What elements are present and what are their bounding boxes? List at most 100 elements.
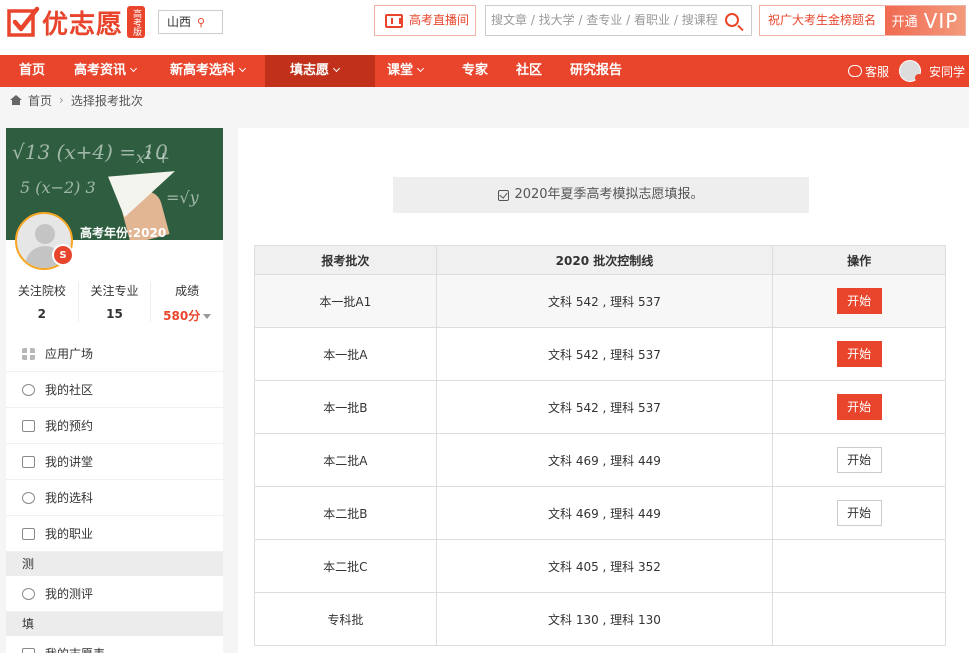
sidebar-item-appointments[interactable]: 我的预约 (6, 408, 223, 444)
action-cell: 开始 (772, 380, 946, 434)
chevron-down-icon (238, 64, 247, 73)
user-sidebar: √13 (x+4) = 10 x² + 5 (x−2) 3 =√y 高考年份:2… (6, 128, 223, 653)
nav-experts[interactable]: 专家 (462, 55, 488, 87)
start-button[interactable]: 开始 (836, 447, 882, 473)
sidebar-item-subject-selection[interactable]: 我的选科 (6, 480, 223, 516)
sidebar-item-label: 应用广场 (45, 347, 94, 361)
logo[interactable]: 优志愿 高考版 (6, 4, 146, 40)
search-icon[interactable] (725, 13, 739, 27)
batch-name: 本一批A (254, 327, 437, 381)
nav-right: 客服 安同学 (847, 55, 965, 87)
logo-text: 优志愿 (42, 9, 124, 40)
action-cell: 开始 (772, 327, 946, 381)
profile-stats: 关注院校 2 关注专业 15 成绩 580分 (6, 282, 223, 324)
sidebar-menu: 应用广场 我的社区 我的预约 我的讲堂 我的选科 我的职业 测 我的测评 填 我… (6, 336, 223, 653)
vip-slogan: 祝广大考生金榜题名 (768, 13, 877, 27)
nav-home[interactable]: 首页 (19, 55, 45, 87)
sidebar-item-community[interactable]: 我的社区 (6, 372, 223, 408)
location-pin-icon: ⚲ (197, 16, 206, 29)
stat-value: 2 (37, 307, 47, 321)
nav-community[interactable]: 社区 (516, 55, 542, 87)
grid-icon (22, 347, 35, 360)
chat-bubble-icon (847, 65, 862, 77)
province-selector[interactable]: 山西 ⚲ (158, 10, 223, 34)
sidebar-item-label: 我的讲堂 (45, 455, 94, 469)
action-cell (772, 592, 946, 646)
column-header: 操作 (772, 245, 946, 275)
stat-label: 成绩 (175, 284, 200, 298)
vip-banner[interactable]: 祝广大考生金榜题名 开通 VIP (759, 5, 966, 36)
start-button[interactable]: 开始 (836, 288, 882, 314)
customer-service-label: 客服 (864, 64, 889, 79)
video-icon (22, 455, 35, 468)
start-button[interactable]: 开始 (836, 394, 882, 420)
search-input[interactable]: 搜文章 / 找大学 / 查专业 / 看职业 / 搜课程 (485, 5, 752, 36)
breadcrumb-separator: › (59, 93, 64, 107)
stat-label: 关注专业 (90, 284, 139, 298)
live-room-button[interactable]: 高考直播间 (374, 5, 476, 36)
batch-name: 本一批B (254, 380, 437, 434)
sidebar-section-fill: 填 (6, 612, 223, 636)
column-header: 报考批次 (254, 245, 437, 275)
nav-fill-application[interactable]: 填志愿 (265, 55, 375, 87)
table-icon (22, 647, 35, 653)
nav-subject-selection-label: 新高考选科 (170, 63, 236, 78)
nav-classroom-label: 课堂 (387, 63, 414, 78)
main-nav: 首页 高考资讯 新高考选科 填志愿 课堂 专家 社区 研究报告 客服 安同学 (0, 55, 969, 87)
stat-followed-majors[interactable]: 关注专业 15 (79, 282, 152, 322)
column-header: 2020 批次控制线 (435, 245, 774, 275)
breadcrumb-current: 选择报考批次 (70, 93, 143, 108)
sidebar-item-label: 我的志愿表 (45, 645, 105, 653)
stat-value: 580分 (151, 307, 223, 324)
vip-open-label: 开通 (891, 15, 918, 30)
nav-classroom[interactable]: 课堂 (387, 55, 425, 87)
stat-value: 15 (106, 307, 123, 321)
nav-community-label: 社区 (516, 63, 543, 78)
sidebar-item-application-table[interactable]: 我的志愿表 (6, 636, 223, 653)
vip-badge-icon: S (52, 244, 74, 266)
target-icon (22, 587, 35, 600)
batch-name: 本二批C (254, 539, 437, 593)
action-cell: 开始 (772, 486, 946, 540)
sidebar-item-career[interactable]: 我的职业 (6, 516, 223, 552)
control-line: 文科 130 , 理科 130 (435, 592, 774, 646)
breadcrumb-home[interactable]: 首页 (28, 92, 52, 109)
score-value: 580分 (163, 309, 201, 323)
customer-service-link[interactable]: 客服 (847, 63, 889, 80)
batch-name: 本二批A (254, 433, 437, 487)
table-row: 本一批A1 文科 542 , 理科 537 开始 (254, 274, 946, 328)
vip-label: VIP (923, 8, 959, 33)
start-button[interactable]: 开始 (836, 341, 882, 367)
briefcase-icon (22, 527, 35, 540)
nav-gaokao-news[interactable]: 高考资讯 (74, 55, 138, 87)
nav-experts-label: 专家 (462, 63, 489, 78)
search-placeholder: 搜文章 / 找大学 / 查专业 / 看职业 / 搜课程 (491, 13, 718, 27)
nav-subject-selection[interactable]: 新高考选科 (170, 55, 247, 87)
batch-name: 本二批B (254, 486, 437, 540)
sidebar-item-app-square[interactable]: 应用广场 (6, 336, 223, 372)
table-row: 本一批A 文科 542 , 理科 537 开始 (254, 327, 946, 381)
stat-followed-colleges[interactable]: 关注院校 2 (6, 282, 79, 322)
control-line: 文科 542 , 理科 537 (435, 380, 774, 434)
start-button[interactable]: 开始 (836, 500, 882, 526)
user-avatar (898, 60, 923, 82)
table-row: 本一批B 文科 542 , 理科 537 开始 (254, 380, 946, 434)
control-line: 文科 405 , 理科 352 (435, 539, 774, 593)
control-line: 文科 542 , 理科 537 (435, 274, 774, 328)
sidebar-item-label: 我的职业 (45, 527, 94, 541)
chevron-down-icon (332, 64, 341, 73)
open-vip-button[interactable]: 开通 VIP (885, 6, 965, 35)
action-cell: 开始 (772, 274, 946, 328)
notice-banner: 2020年夏季高考模拟志愿填报。 (393, 177, 809, 213)
sidebar-item-assessment[interactable]: 我的测评 (6, 576, 223, 612)
exam-year-label: 高考年份:2020 (80, 226, 167, 240)
notice-text: 2020年夏季高考模拟志愿填报。 (514, 187, 704, 202)
chalk-formula: 5 (x−2) 3 (20, 178, 96, 197)
nav-research-reports[interactable]: 研究报告 (570, 55, 622, 87)
chevron-down-icon (416, 64, 425, 73)
user-menu[interactable]: 安同学 (898, 60, 965, 82)
sidebar-item-lectures[interactable]: 我的讲堂 (6, 444, 223, 480)
logo-badge: 高考版 (127, 6, 146, 38)
chat-icon (22, 491, 35, 504)
stat-score[interactable]: 成绩 580分 (151, 282, 223, 324)
